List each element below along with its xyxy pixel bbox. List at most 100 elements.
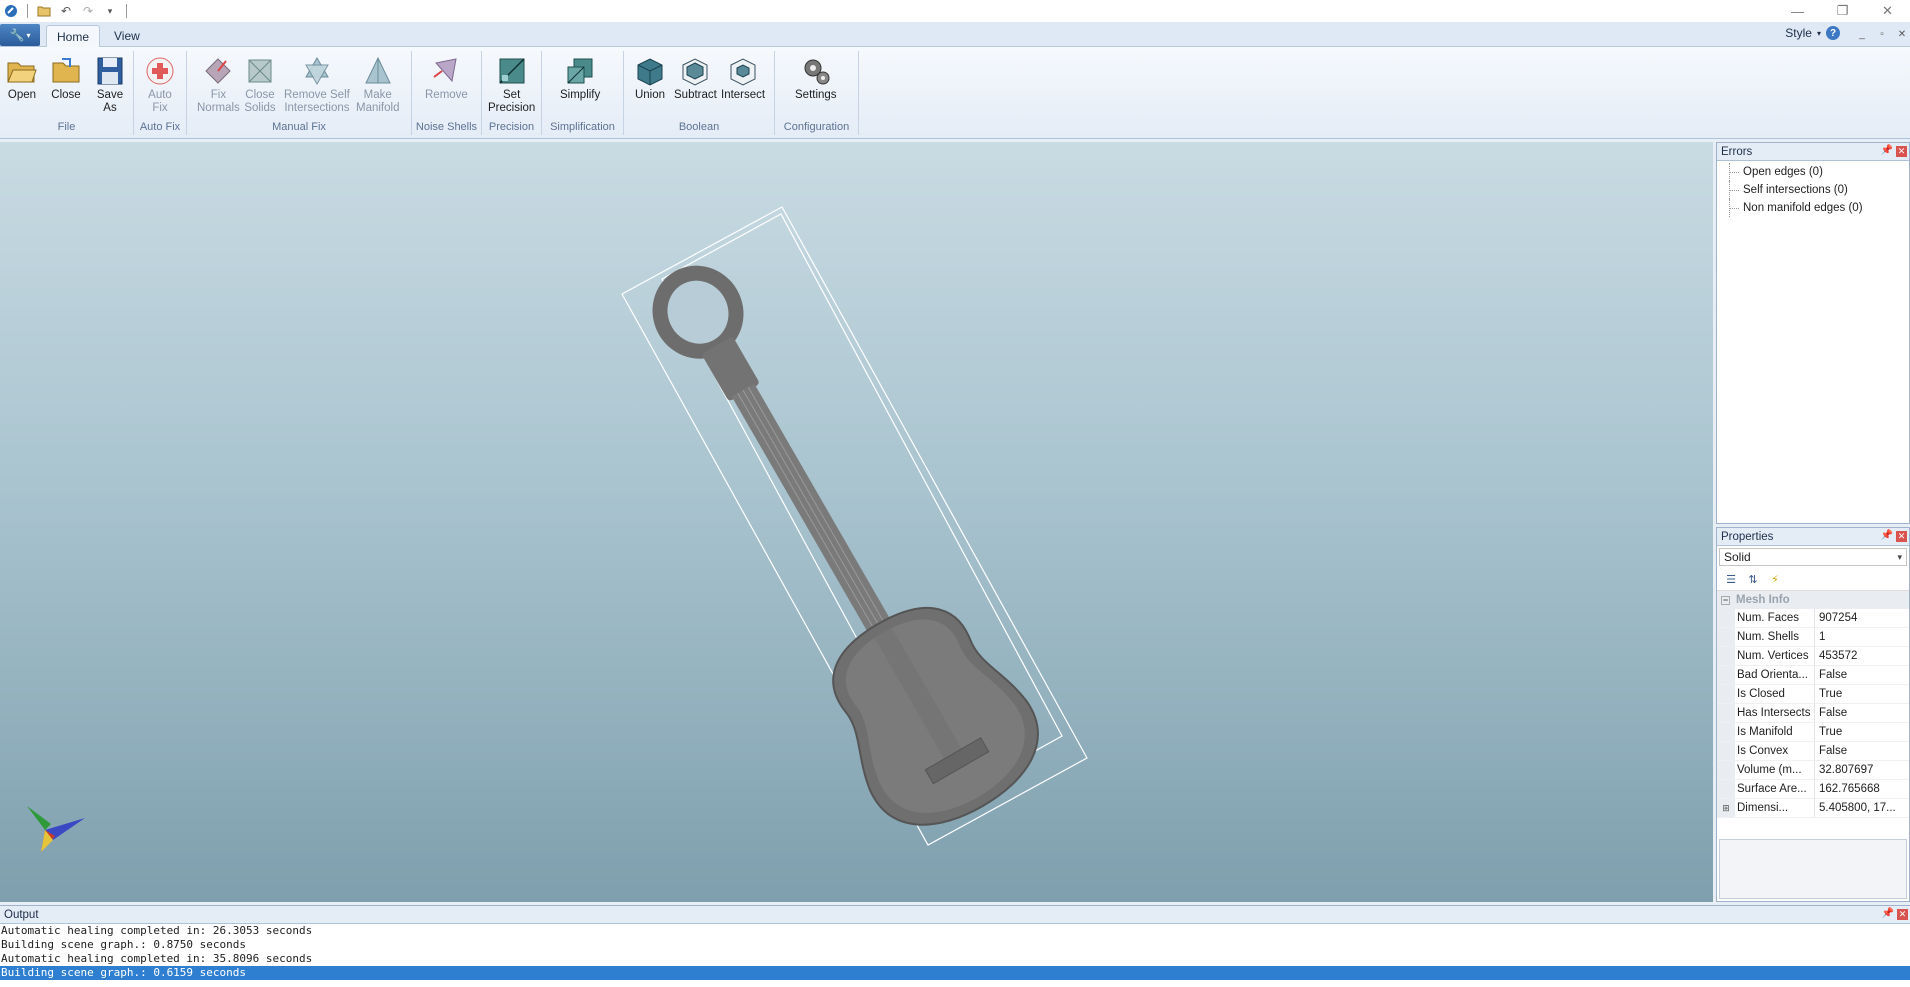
property-row[interactable]: Num. Faces 907254 xyxy=(1717,609,1909,628)
property-row[interactable]: Has Intersects False xyxy=(1717,704,1909,723)
fix-normals-label-1: Fix xyxy=(210,89,227,101)
open-folder-icon[interactable] xyxy=(35,2,53,20)
property-row[interactable]: Num. Shells 1 xyxy=(1717,628,1909,647)
row-gutter xyxy=(1717,761,1735,779)
group-auto-fix: Auto Fix Auto Fix xyxy=(134,51,187,135)
3d-viewport[interactable] xyxy=(0,142,1713,902)
property-row[interactable]: Is Convex False xyxy=(1717,742,1909,761)
set-precision-label-2: Precision xyxy=(488,102,536,114)
output-line[interactable]: Building scene graph.: 0.8750 seconds xyxy=(0,938,1910,952)
minimize-icon[interactable]: — xyxy=(1775,0,1820,22)
remove-self-intersections-button[interactable]: Remove Self Intersections xyxy=(284,55,350,115)
property-row[interactable]: Surface Are... 162.765668 xyxy=(1717,780,1909,799)
property-row[interactable]: Is Closed True xyxy=(1717,685,1909,704)
save-label-1: Save xyxy=(96,89,124,101)
row-gutter xyxy=(1717,723,1735,741)
restore-icon[interactable]: ❐ xyxy=(1820,0,1865,22)
events-lightning-icon[interactable]: ⚡ xyxy=(1767,571,1783,587)
style-label: Style xyxy=(1785,26,1812,40)
star-of-david-icon xyxy=(305,57,329,85)
separator xyxy=(27,4,28,18)
help-icon[interactable]: ? xyxy=(1826,26,1840,40)
set-precision-button[interactable]: Set Precision xyxy=(488,55,535,115)
make-manifold-button[interactable]: Make Manifold xyxy=(356,55,399,115)
error-non-manifold-edges[interactable]: Non manifold edges (0) xyxy=(1717,199,1909,217)
customize-toolbar-icon[interactable]: ▾ xyxy=(101,2,119,20)
save-as-button[interactable]: Save As xyxy=(94,55,126,115)
close-icon[interactable]: ✕ xyxy=(1896,146,1907,157)
tab-view[interactable]: View xyxy=(104,25,150,48)
application-menu-button[interactable]: 🔧 ▾ xyxy=(0,24,40,46)
alphabetical-sort-icon[interactable]: ⇅ xyxy=(1745,571,1761,587)
fix-normals-button[interactable]: Fix Normals xyxy=(197,55,240,115)
set-precision-icon xyxy=(499,58,525,84)
output-line[interactable]: Automatic healing completed in: 35.8096 … xyxy=(0,952,1910,966)
properties-panel-title: Properties xyxy=(1721,530,1774,543)
property-name: Num. Faces xyxy=(1735,609,1815,627)
redo-icon[interactable]: ↷ xyxy=(79,2,97,20)
close-icon[interactable]: ✕ xyxy=(1896,531,1907,542)
errors-panel: Errors 📌 ✕ Open edges (0) Self intersect… xyxy=(1716,142,1910,524)
mdi-controls: _ ▫ ✕ xyxy=(1854,26,1910,42)
property-name: Surface Are... xyxy=(1735,780,1815,798)
error-open-edges[interactable]: Open edges (0) xyxy=(1717,163,1909,181)
property-value: True xyxy=(1819,688,1843,700)
subtract-button[interactable]: Subtract xyxy=(674,55,717,102)
object-selector[interactable]: Solid ▾ xyxy=(1719,548,1907,566)
tab-home[interactable]: Home xyxy=(46,25,101,48)
pin-icon[interactable]: 📌 xyxy=(1881,145,1893,156)
collapse-icon[interactable]: − xyxy=(1721,595,1730,605)
separator xyxy=(126,4,127,18)
property-row[interactable]: Num. Vertices 453572 xyxy=(1717,647,1909,666)
row-gutter xyxy=(1717,647,1735,665)
property-name: Is Convex xyxy=(1735,742,1815,760)
close-icon[interactable]: ✕ xyxy=(1865,0,1910,22)
mdi-restore-icon[interactable]: ▫ xyxy=(1874,26,1890,42)
style-menu[interactable]: Style ▾ ? xyxy=(1785,26,1840,40)
category-mesh-info[interactable]: − Mesh Info xyxy=(1717,591,1909,609)
remove-button[interactable]: Remove xyxy=(425,55,468,102)
output-line[interactable]: Building scene graph.: 0.6159 seconds xyxy=(0,966,1910,980)
property-name: Num. Shells xyxy=(1735,628,1815,646)
open-button[interactable]: Open xyxy=(6,55,38,102)
categorized-icon[interactable]: ☰ xyxy=(1723,571,1739,587)
category-label: Mesh Info xyxy=(1736,594,1790,606)
remove-self-label-1: Remove Self xyxy=(284,89,350,101)
undo-icon[interactable]: ↶ xyxy=(57,2,75,20)
close-solids-label-1: Close xyxy=(245,89,275,101)
property-row[interactable]: ⊞ Dimensi... 5.405800, 17... xyxy=(1717,799,1909,818)
union-icon xyxy=(637,58,663,86)
simplify-button[interactable]: Simplify xyxy=(560,55,600,102)
remove-shells-icon xyxy=(433,58,458,83)
property-value: 1 xyxy=(1819,631,1826,643)
property-value: 32.807697 xyxy=(1819,764,1874,776)
chevron-down-icon: ▾ xyxy=(1816,28,1821,38)
auto-fix-button[interactable]: Auto Fix xyxy=(144,55,176,115)
property-rows: Num. Faces 907254 Num. Shells 1 Num. Vertice… xyxy=(1717,609,1909,818)
guitar-model[interactable] xyxy=(0,142,1713,902)
property-row[interactable]: Bad Orienta... False xyxy=(1717,666,1909,685)
close-icon[interactable]: ✕ xyxy=(1897,909,1908,920)
error-self-intersections[interactable]: Self intersections (0) xyxy=(1717,181,1909,199)
expand-icon[interactable]: ⊞ xyxy=(1717,799,1735,817)
intersect-button[interactable]: Intersect xyxy=(721,55,765,102)
auto-fix-label-2: Fix xyxy=(152,102,168,114)
pin-icon[interactable]: 📌 xyxy=(1881,530,1893,541)
settings-button[interactable]: Settings xyxy=(795,55,837,102)
row-gutter xyxy=(1717,609,1735,627)
output-panel-title: Output xyxy=(4,908,39,921)
union-button[interactable]: Union xyxy=(634,55,666,102)
output-log[interactable]: Automatic healing completed in: 26.3053 … xyxy=(0,924,1910,980)
group-label-boolean: Boolean xyxy=(678,121,720,133)
close-solids-button[interactable]: Close Solids xyxy=(244,55,276,115)
properties-panel: Properties 📌 ✕ Solid ▾ ☰ ⇅ ⚡ − Mesh Info… xyxy=(1716,527,1910,902)
property-row[interactable]: Is Manifold True xyxy=(1717,723,1909,742)
mdi-minimize-icon[interactable]: _ xyxy=(1854,26,1870,42)
mdi-close-icon[interactable]: ✕ xyxy=(1894,26,1910,42)
fix-normals-icon xyxy=(205,58,232,84)
output-line[interactable]: Automatic healing completed in: 26.3053 … xyxy=(0,924,1910,938)
close-button[interactable]: Close xyxy=(50,55,82,102)
pin-icon[interactable]: 📌 xyxy=(1882,908,1894,919)
property-row[interactable]: Volume (m... 32.807697 xyxy=(1717,761,1909,780)
axis-triad-icon[interactable] xyxy=(27,806,85,852)
